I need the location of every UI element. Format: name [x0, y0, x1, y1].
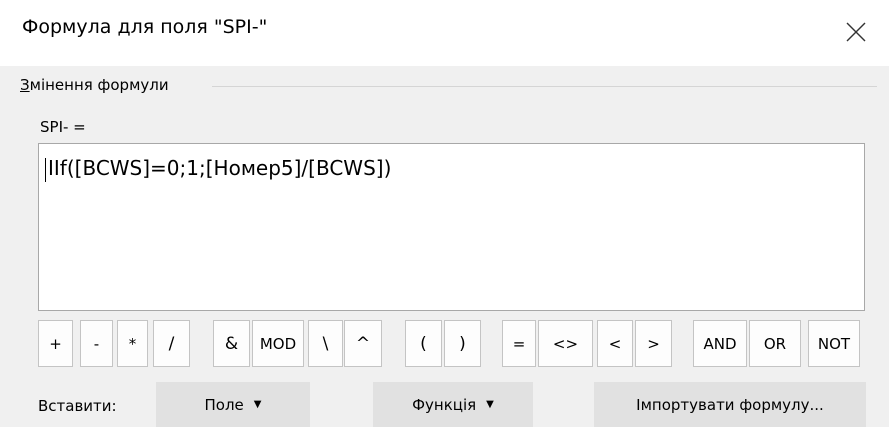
operator-button-equals[interactable]: = — [502, 320, 536, 367]
chevron-down-icon: ▼ — [486, 399, 494, 410]
operator-button-multiply[interactable]: * — [117, 320, 148, 367]
insert-label: Вставити: — [38, 397, 117, 415]
operator-button-plus[interactable]: + — [38, 320, 73, 367]
dialog-title: Формула для поля "SPI-" — [22, 16, 268, 38]
operator-button-close-paren[interactable]: ) — [444, 320, 481, 367]
text-caret — [45, 158, 46, 182]
group-label: Змінення формули — [20, 76, 169, 94]
group-label-mnemonic: З — [20, 76, 30, 94]
import-formula-button[interactable]: Імпортувати формулу... — [594, 382, 866, 427]
field-dropdown-button[interactable]: Поле ▼ — [156, 382, 310, 427]
formula-editor[interactable]: IIf([BCWS]=0;1;[Номер5]/[BCWS]) — [38, 143, 865, 311]
operator-button-and[interactable]: AND — [693, 320, 747, 367]
chevron-down-icon: ▼ — [253, 399, 262, 410]
operator-button-or[interactable]: OR — [749, 320, 801, 367]
import-button-label: Імпортувати формулу... — [636, 395, 824, 414]
operator-button-ampersand[interactable]: & — [213, 320, 250, 367]
operator-button-minus[interactable]: - — [80, 320, 113, 367]
operator-button-less-than[interactable]: < — [597, 320, 633, 367]
close-button[interactable] — [832, 10, 880, 54]
operator-button-caret[interactable]: ^ — [344, 320, 382, 367]
field-button-label: Поле — [204, 395, 244, 414]
operator-button-backslash[interactable]: \ — [308, 320, 343, 367]
operator-button-open-paren[interactable]: ( — [405, 320, 442, 367]
operator-button-mod[interactable]: MOD — [252, 320, 304, 367]
group-label-rest: мінення формули — [29, 76, 169, 94]
title-bar: Формула для поля "SPI-" — [0, 0, 889, 66]
group-divider — [212, 86, 877, 87]
operator-button-not-equal[interactable]: <> — [538, 320, 593, 367]
close-icon — [846, 22, 866, 42]
operator-button-not[interactable]: NOT — [808, 320, 860, 367]
formula-text: IIf([BCWS]=0;1;[Номер5]/[BCWS]) — [48, 156, 392, 180]
formula-label: SPI- = — [40, 118, 86, 136]
function-dropdown-button[interactable]: Функція ▼ — [373, 382, 533, 427]
operator-button-divide[interactable]: / — [153, 320, 190, 367]
function-button-label: Функція — [412, 395, 477, 414]
operator-button-greater-than[interactable]: > — [635, 320, 672, 367]
